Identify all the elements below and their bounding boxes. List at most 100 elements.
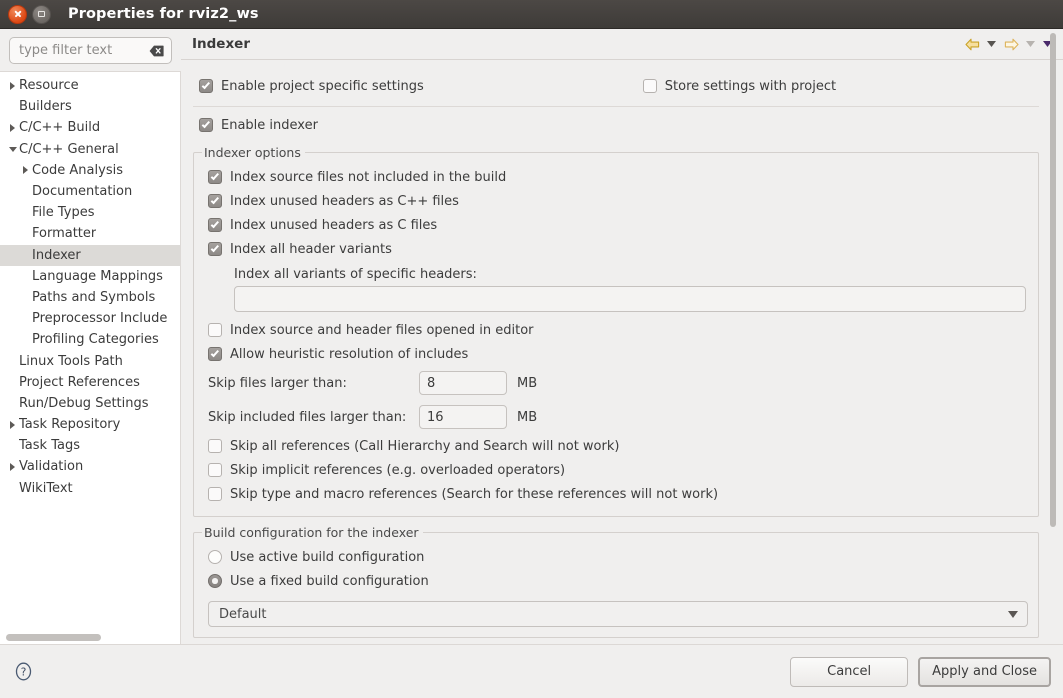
use-active-build-configuration-radio[interactable]: Use active build configuration bbox=[208, 545, 1028, 569]
skip-included-files-size-input[interactable] bbox=[419, 405, 507, 429]
index-all-header-variants-checkbox[interactable]: Index all header variants bbox=[208, 237, 1028, 261]
specific-headers-label: Index all variants of specific headers: bbox=[208, 261, 1028, 286]
skip-all-references-call-hierarchy-and-search-will-n-checkbox[interactable]: Skip all references (Call Hierarchy and … bbox=[208, 434, 1028, 458]
skip-type-and-macro-references-search-for-these-refe-checkbox[interactable]: Skip type and macro references (Search f… bbox=[208, 482, 1028, 506]
sidebar-item-code-analysis[interactable]: Code Analysis bbox=[0, 160, 180, 181]
sidebar-item-indexer[interactable]: Indexer bbox=[0, 245, 180, 266]
checkbox-checked-icon[interactable] bbox=[208, 170, 222, 184]
build-configuration-dropdown[interactable]: Default bbox=[208, 601, 1028, 627]
sidebar-item-builders[interactable]: Builders bbox=[0, 96, 180, 117]
checkbox-checked-icon[interactable] bbox=[199, 79, 213, 93]
sidebar-item-task-repository[interactable]: Task Repository bbox=[0, 414, 180, 435]
tree-expand-chevron-right-icon[interactable] bbox=[6, 82, 19, 90]
title-bar: Properties for rviz2_ws bbox=[0, 0, 1063, 29]
forward-history-chevron-down-icon[interactable] bbox=[1023, 34, 1038, 54]
sidebar-item-label: Paths and Symbols bbox=[32, 290, 155, 305]
sidebar-item-task-tags[interactable]: Task Tags bbox=[0, 435, 180, 456]
checkbox-unchecked-icon[interactable] bbox=[643, 79, 657, 93]
checkbox-checked-icon[interactable] bbox=[199, 118, 213, 132]
content-vertical-scrollbar[interactable] bbox=[1049, 33, 1057, 640]
back-arrow-icon[interactable] bbox=[962, 34, 982, 54]
checkbox-checked-icon[interactable] bbox=[208, 242, 222, 256]
skip-files-size-input[interactable] bbox=[419, 371, 507, 395]
search-input[interactable] bbox=[19, 43, 149, 58]
sidebar-item-paths-and-symbols[interactable]: Paths and Symbols bbox=[0, 287, 180, 308]
group-title: Indexer options bbox=[202, 145, 305, 160]
sidebar-item-profiling-categories[interactable]: Profiling Categories bbox=[0, 329, 180, 350]
radio-label: Use a fixed build configuration bbox=[230, 574, 429, 589]
sidebar-item-validation[interactable]: Validation bbox=[0, 456, 180, 477]
sidebar-item-label: C/C++ Build bbox=[19, 120, 100, 135]
sidebar-item-linux-tools-path[interactable]: Linux Tools Path bbox=[0, 350, 180, 371]
back-history-chevron-down-icon[interactable] bbox=[984, 34, 999, 54]
build-configuration-group: Build configuration for the indexer Use … bbox=[193, 532, 1039, 638]
svg-text:?: ? bbox=[20, 666, 26, 678]
radio-label: Use active build configuration bbox=[230, 550, 424, 565]
enable-indexer-checkbox[interactable]: Enable indexer bbox=[199, 113, 1039, 137]
apply-and-close-button[interactable]: Apply and Close bbox=[918, 657, 1051, 687]
dialog-body: Resource Builders C/C++ Build C/C++ General… bbox=[0, 29, 1063, 644]
help-icon[interactable]: ? bbox=[12, 661, 34, 683]
cancel-button[interactable]: Cancel bbox=[790, 657, 908, 687]
sidebar-item-resource[interactable]: Resource bbox=[0, 75, 180, 96]
settings-tree[interactable]: Resource Builders C/C++ Build C/C++ General… bbox=[0, 71, 181, 644]
skip-implicit-references-e-g-overloaded-operators-checkbox[interactable]: Skip implicit references (e.g. overloade… bbox=[208, 458, 1028, 482]
sidebar-item-preprocessor-include[interactable]: Preprocessor Include bbox=[0, 308, 180, 329]
sidebar-item-file-types[interactable]: File Types bbox=[0, 202, 180, 223]
skip-files-label: Skip files larger than: bbox=[208, 376, 419, 391]
skip-files-unit: MB bbox=[517, 376, 537, 391]
radio-unselected-icon[interactable] bbox=[208, 550, 222, 564]
checkbox-checked-icon[interactable] bbox=[208, 218, 222, 232]
tree-horizontal-scrollbar[interactable] bbox=[0, 631, 179, 644]
index-unused-headers-as-c-files-checkbox[interactable]: Index unused headers as C files bbox=[208, 213, 1028, 237]
tree-collapse-chevron-down-icon[interactable] bbox=[6, 147, 19, 152]
checkbox-unchecked-icon[interactable] bbox=[208, 487, 222, 501]
sidebar-item-label: C/C++ General bbox=[19, 142, 119, 157]
checkbox-label: Enable project specific settings bbox=[221, 79, 424, 94]
index-unused-headers-as-c-files-checkbox[interactable]: Index unused headers as C++ files bbox=[208, 189, 1028, 213]
dialog-footer: ? Cancel Apply and Close bbox=[0, 644, 1063, 698]
content-vertical-scroll-thumb[interactable] bbox=[1050, 33, 1056, 527]
tree-expand-chevron-right-icon[interactable] bbox=[19, 166, 32, 174]
close-icon[interactable] bbox=[8, 5, 27, 24]
sidebar-item-formatter[interactable]: Formatter bbox=[0, 223, 180, 244]
enable-project-specific-settings-checkbox[interactable]: Enable project specific settings bbox=[199, 74, 424, 98]
sidebar-item-language-mappings[interactable]: Language Mappings bbox=[0, 266, 180, 287]
tree-expand-chevron-right-icon[interactable] bbox=[6, 463, 19, 471]
tree-expand-chevron-right-icon[interactable] bbox=[6, 124, 19, 132]
checkbox-label: Enable indexer bbox=[221, 118, 318, 133]
clear-text-icon[interactable] bbox=[149, 45, 164, 57]
specific-headers-input[interactable] bbox=[234, 286, 1026, 312]
index-source-and-header-files-opened-in-editor-checkbox[interactable]: Index source and header files opened in … bbox=[208, 318, 1028, 342]
chevron-down-icon[interactable] bbox=[1008, 611, 1018, 618]
tree-horizontal-scroll-thumb[interactable] bbox=[6, 634, 101, 641]
use-a-fixed-build-configuration-radio[interactable]: Use a fixed build configuration bbox=[208, 569, 1028, 593]
filter-box[interactable] bbox=[9, 37, 172, 64]
checkbox-unchecked-icon[interactable] bbox=[208, 439, 222, 453]
checkbox-checked-icon[interactable] bbox=[208, 347, 222, 361]
sidebar-item-c-c-build[interactable]: C/C++ Build bbox=[0, 117, 180, 138]
checkbox-unchecked-icon[interactable] bbox=[208, 463, 222, 477]
checkbox-label: Store settings with project bbox=[665, 79, 836, 94]
radio-selected-icon[interactable] bbox=[208, 574, 222, 588]
sidebar-item-c-c-general[interactable]: C/C++ General bbox=[0, 139, 180, 160]
filter-container bbox=[0, 37, 181, 71]
allow-heuristic-resolution-of-includes-checkbox[interactable]: Allow heuristic resolution of includes bbox=[208, 342, 1028, 366]
checkbox-checked-icon[interactable] bbox=[208, 194, 222, 208]
sidebar-item-documentation[interactable]: Documentation bbox=[0, 181, 180, 202]
sidebar-item-project-references[interactable]: Project References bbox=[0, 372, 180, 393]
top-settings-row: Enable project specific settings Store s… bbox=[193, 74, 1039, 98]
divider bbox=[193, 106, 1039, 107]
store-settings-with-project-checkbox[interactable]: Store settings with project bbox=[643, 74, 836, 98]
tree-expand-chevron-right-icon[interactable] bbox=[6, 421, 19, 429]
sidebar-item-label: WikiText bbox=[19, 481, 73, 496]
sidebar-item-label: Run/Debug Settings bbox=[19, 396, 149, 411]
index-source-files-not-included-in-the-build-checkbox[interactable]: Index source files not included in the b… bbox=[208, 165, 1028, 189]
forward-arrow-icon[interactable] bbox=[1001, 34, 1021, 54]
maximize-icon[interactable] bbox=[32, 5, 51, 24]
sidebar-item-run-debug-settings[interactable]: Run/Debug Settings bbox=[0, 393, 180, 414]
checkbox-unchecked-icon[interactable] bbox=[208, 323, 222, 337]
sidebar-item-wikitext[interactable]: WikiText bbox=[0, 478, 180, 499]
checkbox-label: Skip implicit references (e.g. overloade… bbox=[230, 463, 565, 478]
sidebar-item-label: Resource bbox=[19, 78, 79, 93]
